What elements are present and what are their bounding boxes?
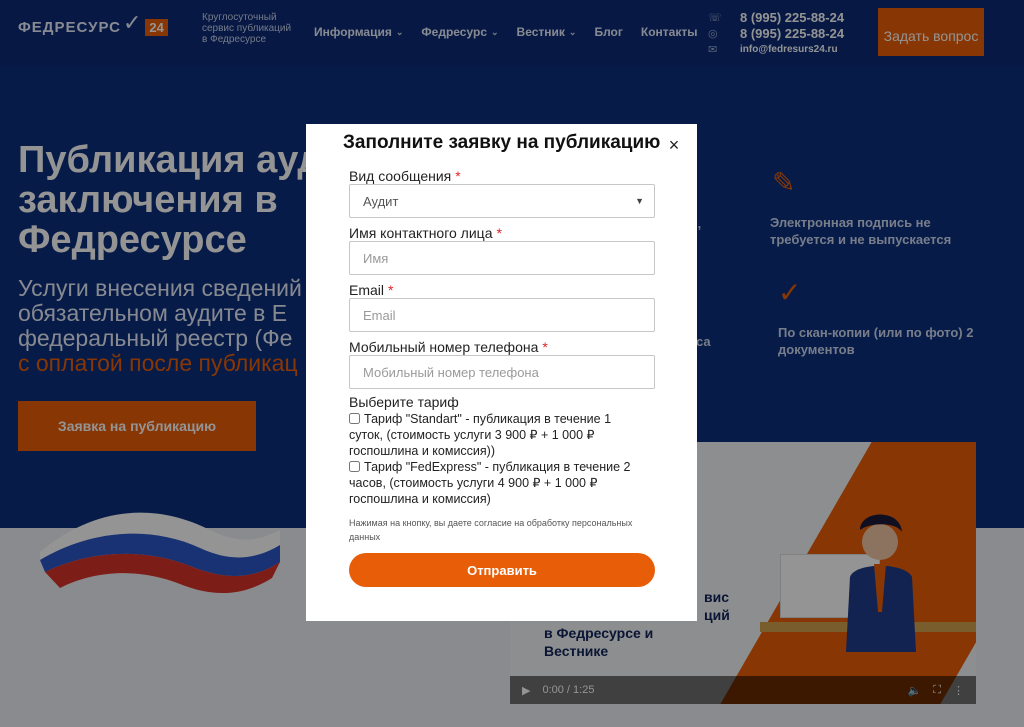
chevron-down-icon: ▼ — [635, 196, 644, 206]
tariff-fedexpress-text: Тариф "FedExpress" - публикация в течени… — [349, 460, 631, 506]
label-text: Имя контактного лица — [349, 225, 493, 241]
label-text: Мобильный номер телефона — [349, 339, 539, 355]
publication-request-modal: Заполните заявку на публикацию × Вид соо… — [306, 124, 697, 621]
modal-title: Заполните заявку на публикацию — [343, 132, 661, 153]
tariff-fedexpress-option[interactable]: Тариф "FedExpress" - публикация в течени… — [349, 459, 639, 507]
tariff-standart-checkbox[interactable] — [349, 413, 360, 424]
consent-text: Нажимая на кнопку, вы даете согласие на … — [349, 518, 633, 542]
email-label: Email * — [349, 282, 393, 298]
message-type-select[interactable]: Аудит ▼ — [349, 184, 655, 218]
contact-name-label: Имя контактного лица * — [349, 225, 502, 241]
required-mark: * — [542, 339, 548, 355]
close-icon[interactable]: × — [666, 136, 682, 154]
contact-name-input[interactable] — [349, 241, 655, 275]
required-mark: * — [388, 282, 394, 298]
required-mark: * — [455, 168, 461, 184]
tariff-standart-text: Тариф "Standart" - публикация в течение … — [349, 412, 612, 458]
select-value: Аудит — [363, 193, 399, 209]
tariff-fedexpress-checkbox[interactable] — [349, 461, 360, 472]
submit-button[interactable]: Отправить — [349, 553, 655, 587]
message-type-label: Вид сообщения * — [349, 168, 461, 184]
label-text: Вид сообщения — [349, 168, 452, 184]
label-text: Email — [349, 282, 385, 298]
tariff-label: Выберите тариф — [349, 394, 459, 410]
phone-label: Мобильный номер телефона * — [349, 339, 548, 355]
email-input[interactable] — [349, 298, 655, 332]
phone-input[interactable] — [349, 355, 655, 389]
required-mark: * — [496, 225, 502, 241]
tariff-standart-option[interactable]: Тариф "Standart" - публикация в течение … — [349, 411, 639, 459]
